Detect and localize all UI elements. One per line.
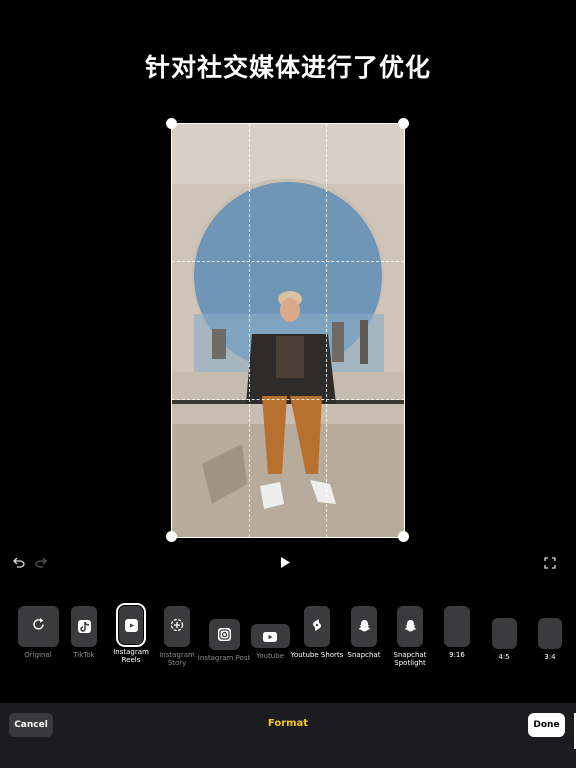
format-tile	[17, 606, 59, 647]
format-tile	[538, 618, 562, 649]
format-tile	[71, 606, 97, 647]
format-label: Youtube	[256, 652, 284, 660]
format-tile	[164, 606, 190, 647]
format-label: Instagram Story	[159, 651, 195, 667]
crop-handle-top-left[interactable]	[166, 118, 177, 129]
format-option-9-16[interactable]: 9:16	[430, 606, 484, 659]
reels-icon	[124, 618, 138, 632]
format-option-youtube[interactable]: Youtube	[243, 606, 297, 660]
format-option-snapchat-spotlight[interactable]: Snapchat Spotlight	[383, 606, 437, 667]
snapchat-icon	[404, 617, 417, 636]
tiktok-icon	[77, 620, 91, 633]
format-tile	[491, 618, 517, 649]
format-option-youtube-shorts[interactable]: Youtube Shorts	[290, 606, 344, 659]
toolbar-title: Format	[267, 718, 309, 729]
format-label: Youtube Shorts	[290, 651, 344, 659]
format-label: TikTok	[73, 651, 95, 659]
page-title: 针对社交媒体进行了优化	[144, 53, 431, 82]
format-label: 9:16	[449, 651, 465, 659]
done-button[interactable]: Done	[528, 713, 565, 737]
format-label: 3:4	[544, 653, 556, 661]
format-tile	[208, 619, 240, 650]
format-tile	[116, 603, 146, 647]
video-preview[interactable]	[172, 124, 404, 537]
crop-handle-top-right[interactable]	[398, 118, 409, 129]
bottom-toolbar	[0, 703, 576, 768]
fullscreen-icon[interactable]	[544, 557, 556, 569]
story-icon	[170, 617, 184, 636]
preview-photo	[172, 124, 404, 537]
rotate-icon	[31, 617, 46, 636]
snapchat-icon	[358, 617, 371, 636]
redo-icon[interactable]	[35, 557, 47, 568]
cancel-button[interactable]: Cancel	[9, 713, 53, 737]
format-label: Snapchat Spotlight	[393, 651, 427, 667]
crop-handle-bottom-right[interactable]	[398, 531, 409, 542]
format-tile	[351, 606, 377, 647]
format-option-3-4[interactable]: 3:4	[523, 606, 576, 661]
undo-icon[interactable]	[13, 557, 25, 568]
format-tile	[397, 606, 423, 647]
format-tile	[444, 606, 470, 647]
instagram-icon	[217, 628, 231, 641]
format-tile	[304, 606, 330, 647]
play-icon[interactable]	[280, 557, 290, 568]
format-tile	[250, 624, 290, 648]
youtube-icon	[263, 627, 277, 646]
format-option-tiktok[interactable]: TikTok	[57, 606, 111, 659]
shorts-icon	[311, 617, 323, 636]
crop-handle-bottom-left[interactable]	[166, 531, 177, 542]
format-option-instagram-story[interactable]: Instagram Story	[150, 606, 204, 667]
